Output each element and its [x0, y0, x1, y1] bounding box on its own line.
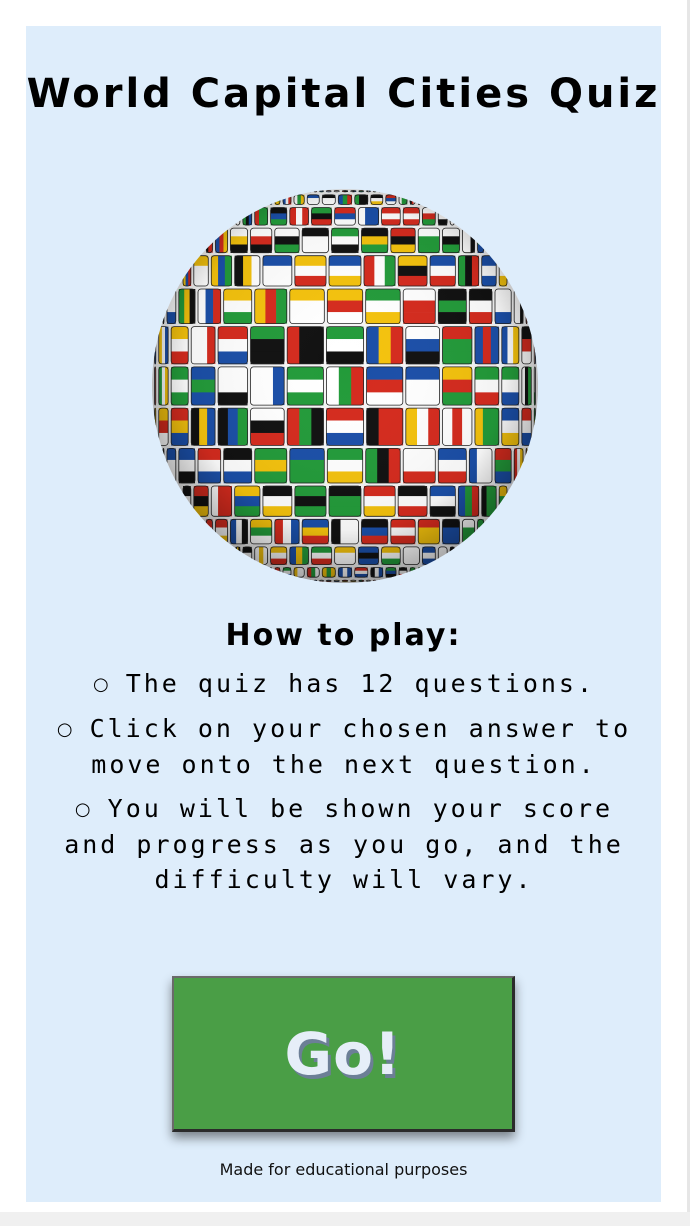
flag-tile [417, 194, 421, 205]
flag-tile [378, 579, 381, 582]
rule-text: The quiz has 12 questions. [125, 669, 596, 698]
flag-tile [378, 190, 381, 193]
page: World Capital Cities Quiz How to play: ○… [0, 0, 690, 1226]
bullet-icon: ○ [56, 719, 76, 740]
bullet-icon: ○ [74, 799, 94, 820]
flag-tile [309, 190, 312, 193]
rule-text: Click on your chosen answer to move onto… [89, 714, 632, 779]
go-button[interactable]: Go! [172, 976, 515, 1132]
flag-tile [269, 194, 273, 205]
footer-note: Made for educational purposes [219, 1160, 468, 1179]
flag-tile [309, 579, 312, 582]
flag-tile [269, 567, 273, 578]
globe-shading [152, 189, 538, 583]
bullet-icon: ○ [92, 674, 112, 695]
rule-text: You will be shown your score and progres… [64, 794, 624, 894]
list-item: ○ The quiz has 12 questions. [44, 666, 644, 702]
flag-globe-icon [152, 189, 538, 583]
rules-list: ○ The quiz has 12 questions. ○ Click on yo… [44, 666, 644, 906]
page-bottom-strip [0, 1212, 690, 1226]
how-to-play-heading: How to play: [225, 618, 462, 653]
flag-tile [417, 567, 421, 578]
go-button-label: Go! [284, 1019, 402, 1088]
quiz-intro-card: World Capital Cities Quiz How to play: ○… [26, 26, 661, 1202]
list-item: ○ Click on your chosen answer to move ont… [44, 711, 644, 782]
page-title: World Capital Cities Quiz [26, 71, 661, 117]
list-item: ○ You will be shown your score and progre… [44, 791, 644, 897]
